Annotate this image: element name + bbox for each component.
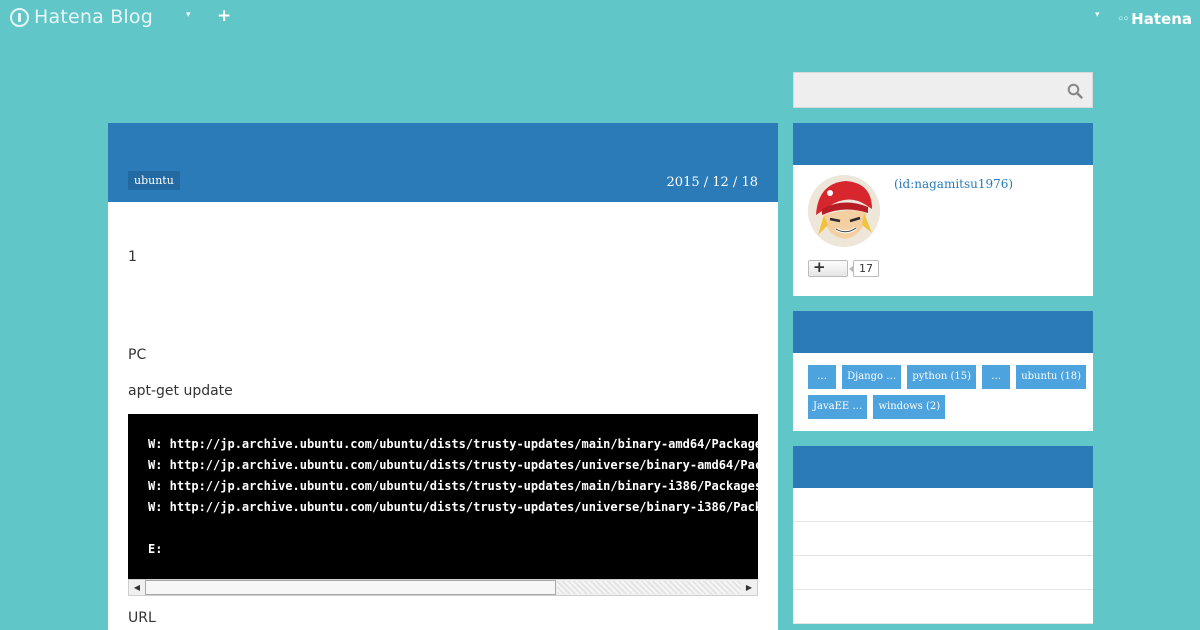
search-icon[interactable]: [1067, 83, 1083, 99]
hatena-blog-logo[interactable]: Hatena Blog: [10, 6, 153, 28]
module-header: [793, 311, 1093, 353]
code-line: W: http://jp.archive.ubuntu.com/ubuntu/d…: [148, 458, 758, 472]
profile-user-id[interactable]: (id:nagamitsu1976): [894, 177, 1013, 191]
follow-button[interactable]: +: [808, 258, 848, 277]
user-menu-caret-icon[interactable]: ▾: [1095, 10, 1100, 20]
category-item[interactable]: python (15): [907, 365, 976, 389]
profile-module: (id:nagamitsu1976) + 17: [793, 123, 1093, 296]
module-header: [793, 123, 1093, 165]
hatena-link[interactable]: ◦◦ Hatena: [1117, 10, 1192, 28]
categories-module: … Django … python (15) … ubuntu (18) Jav…: [793, 311, 1093, 431]
paragraph: PC: [128, 347, 147, 363]
search-input[interactable]: [794, 73, 1054, 107]
category-item[interactable]: ubuntu (18): [1016, 365, 1087, 389]
blog-menu-caret-icon[interactable]: ▾: [186, 10, 191, 20]
code-line: E:: [148, 542, 163, 556]
category-item[interactable]: …: [808, 365, 836, 389]
code-horizontal-scrollbar[interactable]: ◀ ▶: [128, 579, 758, 596]
article-date[interactable]: 2015 / 12 / 18: [667, 175, 758, 190]
paragraph: 1: [128, 249, 137, 265]
code-line: W: http://jp.archive.ubuntu.com/ubuntu/d…: [148, 437, 758, 451]
code-line: W: http://jp.archive.ubuntu.com/ubuntu/d…: [148, 500, 758, 514]
global-header: Hatena Blog ▾ + ▾ ◦◦ Hatena: [0, 0, 1200, 38]
category-item[interactable]: JavaEE …: [808, 395, 868, 419]
hatena-logo-icon: [10, 7, 29, 27]
category-item[interactable]: …: [982, 365, 1011, 389]
category-item[interactable]: Django …: [842, 365, 902, 389]
scroll-right-arrow-icon[interactable]: ▶: [741, 580, 757, 595]
code-block: W: http://jp.archive.ubuntu.com/ubuntu/d…: [128, 414, 758, 579]
list-item[interactable]: [793, 488, 1093, 522]
paragraph: apt-get update: [128, 383, 233, 399]
code-line: W: http://jp.archive.ubuntu.com/ubuntu/d…: [148, 479, 758, 493]
article-header: ubuntu 2015 / 12 / 18: [108, 123, 778, 202]
scrollbar-track[interactable]: [557, 581, 741, 594]
search-box[interactable]: [793, 72, 1093, 108]
category-item[interactable]: windows (2): [873, 395, 946, 419]
list-item[interactable]: [793, 590, 1093, 624]
add-entry-button[interactable]: +: [217, 6, 231, 26]
scrollbar-thumb[interactable]: [145, 580, 556, 595]
module-header: [793, 446, 1093, 488]
hatena-wave-icon: ◦◦: [1117, 13, 1129, 25]
recent-entries-module: [793, 446, 1093, 624]
category-list: … Django … python (15) … ubuntu (18) Jav…: [808, 364, 1088, 424]
list-item[interactable]: [793, 522, 1093, 556]
hatena-label: Hatena: [1131, 10, 1192, 28]
plus-icon: +: [813, 258, 826, 276]
scroll-left-arrow-icon[interactable]: ◀: [129, 580, 145, 595]
paragraph: URL: [128, 610, 156, 626]
list-item[interactable]: [793, 556, 1093, 590]
logo-text: Hatena Blog: [34, 6, 153, 28]
avatar[interactable]: [808, 175, 880, 247]
category-tag[interactable]: ubuntu: [128, 171, 180, 190]
follower-count[interactable]: 17: [849, 260, 879, 277]
avatar-image: [808, 175, 880, 247]
article: ubuntu 2015 / 12 / 18 1 PC apt-get updat…: [108, 123, 778, 630]
